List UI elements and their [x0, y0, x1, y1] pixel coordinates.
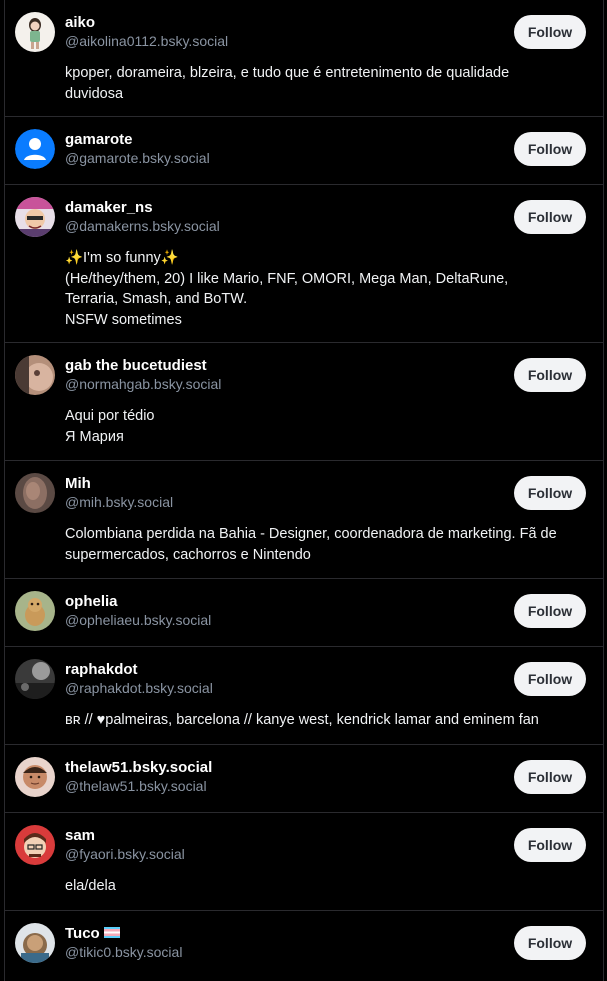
follow-button[interactable]: Follow	[514, 662, 586, 696]
avatar[interactable]	[15, 923, 55, 963]
account-handle: @fyaori.bsky.social	[65, 846, 185, 862]
account-names: gab the bucetudiest @normahgab.bsky.soci…	[65, 357, 493, 394]
bio-line: Я Мария	[65, 428, 124, 445]
account-bio: Colombiana perdida na Bahia - Designer, …	[65, 524, 585, 565]
follow-button[interactable]: Follow	[514, 476, 586, 510]
bio-line: Terraria, Smash, and BoTW.	[65, 291, 248, 307]
account-handle: @thelaw51.bsky.social	[65, 778, 207, 794]
character-avatar-icon	[15, 923, 55, 963]
bio-line: ela/dela	[65, 878, 116, 894]
follow-button[interactable]: Follow	[514, 594, 586, 628]
account-row-ophelia[interactable]: ophelia @opheliaeu.bsky.social Follow	[5, 579, 603, 647]
bio-line: ʙʀ // ♥palmeiras, barcelona // kanye wes…	[65, 712, 539, 728]
account-row-damaker-ns[interactable]: damaker_ns @damakerns.bsky.social Follow…	[5, 185, 603, 343]
account-handle: @gamarote.bsky.social	[65, 150, 210, 166]
account-handle: @raphakdot.bsky.social	[65, 680, 213, 696]
account-row-mih[interactable]: Mih @mih.bsky.social Follow Colombiana p…	[5, 461, 603, 579]
account-bio: ela/dela	[65, 876, 585, 897]
follow-button[interactable]: Follow	[514, 828, 586, 862]
bio-line: Aqui por tédio	[65, 408, 155, 424]
bio-line: ✨I'm so funny✨	[65, 250, 179, 266]
avatar[interactable]	[15, 129, 55, 169]
avatar[interactable]	[15, 473, 55, 513]
account-bio: Aqui por tédio Я Мария	[65, 406, 585, 447]
cartoon-avatar-icon	[15, 197, 55, 237]
display-name[interactable]: gab the bucetudiest	[65, 357, 493, 375]
account-names: thelaw51.bsky.social @thelaw51.bsky.soci…	[65, 759, 493, 796]
account-handle: @mih.bsky.social	[65, 494, 174, 510]
avatar[interactable]	[15, 12, 55, 52]
account-names: Tuco @tikic0.bsky.social	[65, 925, 493, 962]
account-handle: @damakerns.bsky.social	[65, 218, 220, 234]
account-names: sam @fyaori.bsky.social	[65, 827, 493, 864]
bio-line: kpoper, dorameira, blzeira, e tudo que é…	[65, 65, 510, 81]
account-handle: @tikic0.bsky.social	[65, 944, 183, 960]
avatar[interactable]	[15, 659, 55, 699]
follow-button[interactable]: Follow	[514, 760, 586, 794]
follow-button[interactable]: Follow	[514, 15, 586, 49]
blurred-photo-avatar-icon	[15, 473, 55, 513]
account-row-tuco[interactable]: Tuco @tikic0.bsky.social Follow	[5, 911, 603, 981]
account-row-gab[interactable]: gab the bucetudiest @normahgab.bsky.soci…	[5, 343, 603, 461]
display-name[interactable]: gamarote	[65, 131, 493, 149]
bio-line: Colombiana perdida na Bahia - Designer, …	[65, 526, 557, 542]
display-name[interactable]: aiko	[65, 14, 493, 32]
anime-character-avatar-icon	[15, 12, 55, 52]
account-row-aiko[interactable]: aiko @aikolina0112.bsky.social Follow kp…	[5, 0, 603, 117]
account-names: aiko @aikolina0112.bsky.social	[65, 14, 493, 51]
avatar[interactable]	[15, 591, 55, 631]
follow-button[interactable]: Follow	[514, 358, 586, 392]
display-name[interactable]: Mih	[65, 475, 493, 493]
account-names: damaker_ns @damakerns.bsky.social	[65, 199, 493, 236]
photo-avatar-icon	[15, 355, 55, 395]
account-handle: @aikolina0112.bsky.social	[65, 33, 229, 49]
trans-flag-icon	[103, 927, 120, 938]
follow-button[interactable]: Follow	[514, 132, 586, 166]
grayscale-photo-avatar-icon	[15, 659, 55, 699]
follow-suggestions-list: aiko @aikolina0112.bsky.social Follow kp…	[4, 0, 604, 981]
bio-line: supermercados, cachorros e Nintendo	[65, 546, 311, 563]
account-names: ophelia @opheliaeu.bsky.social	[65, 593, 493, 630]
account-bio: ✨I'm so funny✨ (He/they/them, 20) I like…	[65, 248, 585, 330]
illustrated-face-avatar-icon	[15, 757, 55, 797]
avatar[interactable]	[15, 197, 55, 237]
display-name[interactable]: raphakdot	[65, 661, 493, 679]
bio-line: (He/they/them, 20) I like Mario, FNF, OM…	[65, 270, 509, 287]
bio-line: NSFW sometimes	[65, 311, 182, 328]
default-user-avatar-icon	[15, 129, 55, 169]
account-row-sam[interactable]: sam @fyaori.bsky.social Follow ela/dela	[5, 813, 603, 911]
avatar[interactable]	[15, 757, 55, 797]
account-names: gamarote @gamarote.bsky.social	[65, 131, 493, 168]
account-names: raphakdot @raphakdot.bsky.social	[65, 661, 493, 698]
display-name[interactable]: thelaw51.bsky.social	[65, 759, 493, 777]
account-handle: @normahgab.bsky.social	[65, 376, 222, 392]
account-handle: @opheliaeu.bsky.social	[65, 612, 212, 628]
red-cartoon-avatar-icon	[15, 825, 55, 865]
avatar[interactable]	[15, 355, 55, 395]
account-bio: kpoper, dorameira, blzeira, e tudo que é…	[65, 63, 585, 104]
bio-line: duvidosa	[65, 85, 124, 102]
account-row-thelaw51[interactable]: thelaw51.bsky.social @thelaw51.bsky.soci…	[5, 745, 603, 813]
account-row-raphakdot[interactable]: raphakdot @raphakdot.bsky.social Follow …	[5, 647, 603, 745]
animal-avatar-icon	[15, 591, 55, 631]
display-name-text: Tuco	[65, 925, 100, 942]
display-name[interactable]: sam	[65, 827, 493, 845]
account-bio: ʙʀ // ♥palmeiras, barcelona // kanye wes…	[65, 710, 585, 731]
display-name[interactable]: Tuco	[65, 925, 493, 943]
avatar[interactable]	[15, 825, 55, 865]
account-row-gamarote[interactable]: gamarote @gamarote.bsky.social Follow	[5, 117, 603, 185]
display-name[interactable]: ophelia	[65, 593, 493, 611]
follow-button[interactable]: Follow	[514, 200, 586, 234]
account-names: Mih @mih.bsky.social	[65, 475, 493, 512]
follow-button[interactable]: Follow	[514, 926, 586, 960]
display-name[interactable]: damaker_ns	[65, 199, 493, 217]
